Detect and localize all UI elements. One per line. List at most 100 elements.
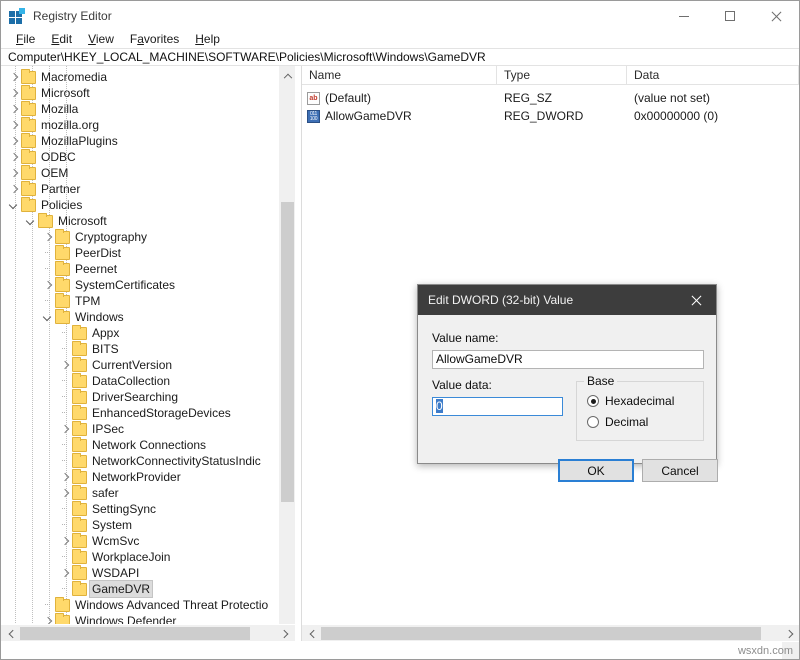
chevron-right-icon[interactable] [7,85,21,101]
tree-scroll-up-button[interactable] [279,66,295,83]
tree-node-safer[interactable]: safer [58,485,119,501]
dialog-close-button[interactable] [676,285,716,315]
tree-node-wsdapi[interactable]: WSDAPI [58,565,139,581]
tree-node-label: Cryptography [75,229,147,245]
registry-tree[interactable]: MacromediaMicrosoftMozillamozilla.orgMoz… [1,66,278,641]
value-name-cell: 011100AllowGameDVR [302,109,497,123]
tree-node-peernet[interactable]: Peernet [41,261,117,277]
base-groupbox: Base Hexadecimal Decimal [576,381,704,441]
tree-vertical-scrollbar[interactable] [278,66,295,641]
tree-horizontal-scrollbar[interactable] [1,624,295,641]
values-horizontal-scrollbar[interactable] [302,624,799,641]
tree-node-currentversion[interactable]: CurrentVersion [58,357,172,373]
tree-node-peerdist[interactable]: PeerDist [41,245,121,261]
tree-node-mozillaplugins[interactable]: MozillaPlugins [7,133,118,149]
tree-node-windows-advanced-threat-protectio[interactable]: Windows Advanced Threat Protectio [41,597,268,613]
tree-node-driversearching[interactable]: DriverSearching [58,389,178,405]
chevron-right-icon[interactable] [7,165,21,181]
tree-node-systemcertificates[interactable]: SystemCertificates [41,277,175,293]
tree-node-mozilla-org[interactable]: mozilla.org [7,117,99,133]
values-hscroll-thumb[interactable] [321,627,761,640]
chevron-down-icon[interactable] [41,309,55,325]
tree-node-system[interactable]: System [58,517,132,533]
tree-node-network-connections[interactable]: Network Connections [58,437,206,453]
minimize-button[interactable] [661,1,707,31]
tree-node-policies[interactable]: Policies [7,197,82,213]
chevron-right-icon[interactable] [7,117,21,133]
column-header-data[interactable]: Data [627,66,799,85]
tree-node-mozilla[interactable]: Mozilla [7,101,78,117]
chevron-right-icon[interactable] [7,69,21,85]
chevron-right-icon[interactable] [7,101,21,117]
tree-node-label: Macromedia [41,69,107,85]
chevron-right-icon[interactable] [41,277,55,293]
tree-node-gamedvr[interactable]: GameDVR [58,581,152,597]
tree-scroll-right-button[interactable] [278,625,295,641]
chevron-down-icon[interactable] [24,213,38,229]
folder-icon [72,439,87,452]
value-name-input[interactable]: AllowGameDVR [432,350,704,369]
folder-icon [72,359,87,372]
values-scroll-left-button[interactable] [302,625,319,641]
value-data-input[interactable]: 0 [432,397,563,416]
tree-node-appx[interactable]: Appx [58,325,119,341]
base-option-hexadecimal[interactable]: Hexadecimal [587,394,674,408]
tree-node-oem[interactable]: OEM [7,165,68,181]
folder-icon [72,471,87,484]
tree-guide-icon [41,597,55,613]
tree-node-macromedia[interactable]: Macromedia [7,69,107,85]
menu-favorites[interactable]: Favorites [122,31,187,48]
base-option-decimal[interactable]: Decimal [587,415,648,429]
chevron-right-icon[interactable] [58,421,72,437]
menu-help[interactable]: Help [187,31,228,48]
tree-node-odbc[interactable]: ODBC [7,149,76,165]
address-bar[interactable]: Computer\HKEY_LOCAL_MACHINE\SOFTWARE\Pol… [1,48,799,66]
tree-node-windows[interactable]: Windows [41,309,124,325]
chevron-right-icon[interactable] [7,181,21,197]
column-header-type[interactable]: Type [497,66,627,85]
tree-node-tpm[interactable]: TPM [41,293,100,309]
chevron-down-icon[interactable] [7,197,21,213]
tree-hscroll-thumb[interactable] [20,627,250,640]
ok-button[interactable]: OK [558,459,634,482]
tree-node-networkconnectivitystatusindic[interactable]: NetworkConnectivityStatusIndic [58,453,261,469]
folder-icon [72,503,87,516]
chevron-right-icon[interactable] [58,357,72,373]
tree-node-label: BITS [92,341,119,357]
tree-node-workplacejoin[interactable]: WorkplaceJoin [58,549,170,565]
tree-node-label: EnhancedStorageDevices [92,405,231,421]
tree-node-bits[interactable]: BITS [58,341,119,357]
value-data-text: 0 [436,399,443,413]
value-row[interactable]: 011100AllowGameDVRREG_DWORD0x00000000 (0… [302,107,799,125]
menu-edit[interactable]: Edit [43,31,80,48]
tree-node-wcmsvc[interactable]: WcmSvc [58,533,139,549]
close-button[interactable] [753,1,799,31]
tree-guide-icon [58,389,72,405]
chevron-right-icon[interactable] [58,485,72,501]
value-data-cell: 0x00000000 (0) [627,109,799,123]
chevron-right-icon[interactable] [58,565,72,581]
chevron-right-icon[interactable] [7,133,21,149]
tree-scroll-left-button[interactable] [1,625,18,641]
chevron-right-icon[interactable] [41,229,55,245]
tree-node-enhancedstoragedevices[interactable]: EnhancedStorageDevices [58,405,231,421]
menu-file[interactable]: File [8,31,43,48]
tree-node-ipsec[interactable]: IPSec [58,421,124,437]
tree-vscroll-thumb[interactable] [281,202,294,502]
cancel-button[interactable]: Cancel [642,459,718,482]
tree-node-networkprovider[interactable]: NetworkProvider [58,469,181,485]
values-scroll-right-button[interactable] [783,625,799,641]
chevron-right-icon[interactable] [58,469,72,485]
value-row[interactable]: ab(Default)REG_SZ(value not set) [302,89,799,107]
tree-node-microsoft[interactable]: Microsoft [24,213,107,229]
maximize-button[interactable] [707,1,753,31]
chevron-right-icon[interactable] [7,149,21,165]
column-header-name[interactable]: Name [302,66,497,85]
chevron-right-icon[interactable] [58,533,72,549]
menu-view[interactable]: View [80,31,122,48]
tree-node-datacollection[interactable]: DataCollection [58,373,170,389]
tree-node-microsoft[interactable]: Microsoft [7,85,90,101]
tree-node-partner[interactable]: Partner [7,181,80,197]
tree-node-settingsync[interactable]: SettingSync [58,501,156,517]
tree-node-cryptography[interactable]: Cryptography [41,229,147,245]
